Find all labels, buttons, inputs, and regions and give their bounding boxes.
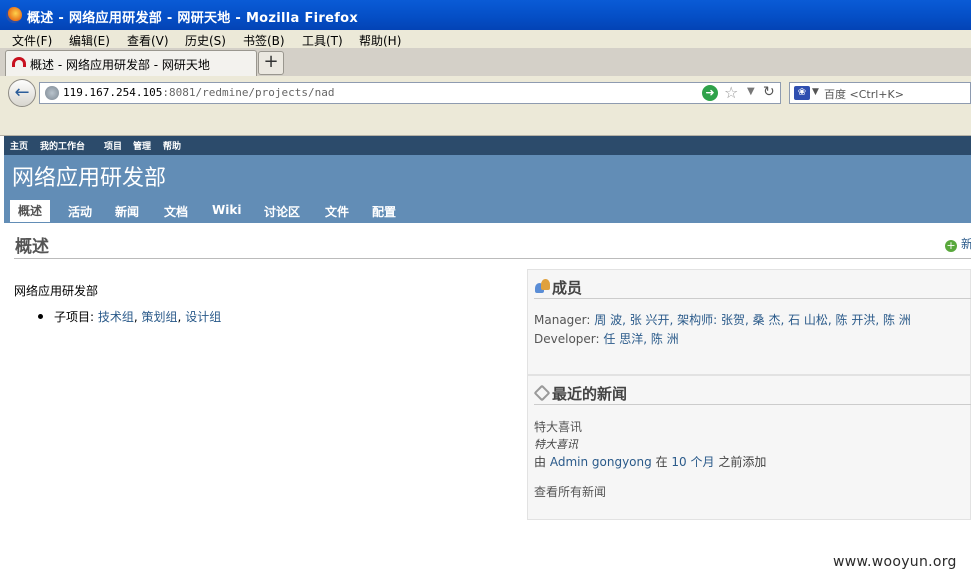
developers-row: Developer: 任 思洋, 陈 洲	[534, 330, 679, 347]
news-title: 最近的新闻	[552, 385, 628, 403]
managers-row: Manager: 周 波, 张 兴开, 架构师: 张贺, 桑 杰, 石 山松, …	[534, 311, 911, 328]
menu-bookmarks[interactable]: 书签(B)	[243, 32, 285, 49]
window-title: 概述 - 网络应用研发部 - 网研天地 - Mozilla Firefox	[27, 11, 359, 26]
search-bar[interactable]: ❀ ▼ 百度 <Ctrl+K>	[789, 82, 971, 104]
view-all-news-link[interactable]: 查看所有新闻	[534, 483, 606, 500]
bookmarks-toolbar	[0, 111, 971, 136]
tab-wiki[interactable]: Wiki	[212, 203, 241, 217]
developer-label: Developer:	[534, 332, 600, 346]
subprojects-label: 子项目:	[54, 310, 95, 324]
address-bar[interactable]: 119.167.254.105:8081/redmine/projects/na…	[39, 82, 781, 104]
developers-links[interactable]: 任 思洋, 陈 洲	[603, 332, 678, 346]
tab-label: 概述 - 网络应用研发部 - 网研天地	[30, 58, 210, 72]
members-icon	[535, 279, 550, 293]
news-added: 之前添加	[718, 455, 767, 469]
firefox-icon	[6, 7, 22, 23]
top-menu: 主页 我的工作台 项目 管理 帮助	[4, 136, 971, 155]
menu-edit[interactable]: 编辑(E)	[69, 32, 110, 49]
back-button[interactable]: ←	[8, 79, 36, 107]
new-tab-button[interactable]: +	[258, 51, 284, 75]
back-arrow-icon: ←	[14, 82, 30, 103]
url-host: 119.167.254.105	[63, 86, 163, 99]
subproject-link-tech[interactable]: 技术组	[98, 310, 134, 324]
navigation-toolbar: ← 119.167.254.105:8081/redmine/projects/…	[0, 76, 971, 111]
members-box: 成员 Manager: 周 波, 张 兴开, 架构师: 张贺, 桑 杰, 石 山…	[527, 269, 971, 375]
new-subproject-label: 新	[961, 237, 971, 251]
news-item-link[interactable]: 特大喜讯	[534, 418, 582, 435]
history-dropdown-icon[interactable]: ▼	[747, 86, 755, 97]
top-menu-help[interactable]: 帮助	[163, 139, 181, 152]
redmine-favicon-icon	[12, 57, 26, 67]
tab-boards[interactable]: 讨论区	[264, 203, 300, 220]
top-menu-home[interactable]: 主页	[10, 139, 28, 152]
news-tag-icon	[533, 384, 551, 402]
news-item-summary: 特大喜讯	[534, 438, 578, 451]
project-header: 网络应用研发部 概述 活动 新闻 文档 Wiki 讨论区 文件 配置	[4, 155, 971, 223]
managers-links[interactable]: 周 波, 张 兴开, 架构师: 张贺, 桑 杰, 石 山松, 陈 开洪, 陈 洲	[594, 313, 911, 327]
bullet	[38, 314, 43, 319]
bookmark-star-icon[interactable]: ☆	[724, 83, 738, 102]
address-url: 119.167.254.105:8081/redmine/projects/na…	[63, 86, 335, 99]
top-menu-my-page[interactable]: 我的工作台	[40, 139, 85, 152]
top-menu-projects[interactable]: 项目	[104, 139, 122, 152]
url-path: :8081/redmine/projects/nad	[162, 86, 335, 99]
tab-files[interactable]: 文件	[325, 203, 349, 220]
tab-documents[interactable]: 文档	[164, 203, 188, 220]
page-title: 概述	[15, 237, 49, 257]
news-in: 在	[655, 455, 668, 469]
tab-news[interactable]: 新闻	[115, 203, 139, 220]
subprojects-list-item: 子项目: 技术组, 策划组, 设计组	[38, 308, 221, 325]
site-identity-icon[interactable]	[45, 86, 59, 100]
search-input[interactable]: 百度 <Ctrl+K>	[824, 86, 904, 102]
web-page: 主页 我的工作台 项目 管理 帮助 网络应用研发部 概述 活动 新闻 文档 Wi…	[4, 136, 971, 574]
news-author-link[interactable]: Admin gongyong	[550, 455, 652, 469]
news-time-link[interactable]: 10 个月	[671, 455, 714, 469]
add-icon: +	[945, 239, 957, 252]
menu-bar: 文件(F) 编辑(E) 查看(V) 历史(S) 书签(B) 工具(T) 帮助(H…	[0, 30, 971, 48]
menu-file[interactable]: 文件(F)	[12, 32, 52, 49]
window-titlebar: 概述 - 网络应用研发部 - 网研天地 - Mozilla Firefox	[0, 0, 971, 30]
tab-settings[interactable]: 配置	[372, 203, 396, 220]
search-engine-dropdown-icon[interactable]: ▼	[812, 87, 819, 97]
news-item-meta: 由 Admin gongyong 在 10 个月 之前添加	[534, 453, 766, 470]
news-box: 最近的新闻 特大喜讯 特大喜讯 由 Admin gongyong 在 10 个月…	[527, 375, 971, 520]
project-description: 网络应用研发部	[14, 284, 99, 298]
new-subproject-link[interactable]: + 新	[945, 235, 971, 252]
top-menu-admin[interactable]: 管理	[133, 139, 151, 152]
subproject-link-design[interactable]: 设计组	[185, 310, 221, 324]
tab-overview[interactable]: 概述	[10, 200, 51, 222]
baidu-paw-icon[interactable]: ❀	[794, 86, 810, 100]
tab-activity[interactable]: 活动	[68, 203, 92, 220]
tab-strip: 概述 - 网络应用研发部 - 网研天地 +	[0, 48, 971, 77]
go-arrow-icon[interactable]: ➜	[702, 85, 718, 101]
project-title: 网络应用研发部	[12, 166, 167, 191]
heading-divider	[14, 258, 971, 259]
menu-tools[interactable]: 工具(T)	[302, 32, 343, 49]
browser-tab[interactable]: 概述 - 网络应用研发部 - 网研天地	[5, 50, 257, 76]
members-divider	[534, 298, 971, 299]
watermark: www.wooyun.org	[833, 554, 957, 570]
reload-icon[interactable]: ↻	[763, 84, 775, 100]
subproject-link-planning[interactable]: 策划组	[142, 310, 178, 324]
menu-history[interactable]: 历史(S)	[185, 32, 226, 49]
menu-view[interactable]: 查看(V)	[127, 32, 169, 49]
news-divider	[534, 404, 971, 405]
menu-help[interactable]: 帮助(H)	[359, 32, 401, 49]
members-title: 成员	[552, 279, 583, 297]
news-by: 由	[534, 455, 547, 469]
manager-label: Manager:	[534, 313, 591, 327]
